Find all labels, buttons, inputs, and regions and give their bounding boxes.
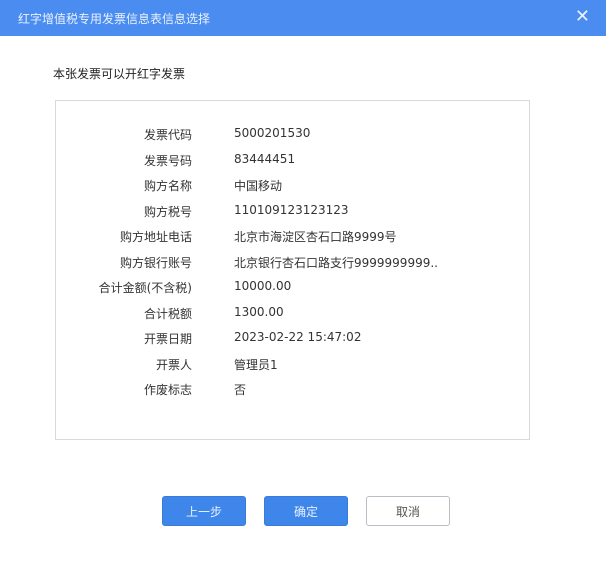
close-icon[interactable]: ✕: [575, 6, 590, 27]
field-row: 开票日期 2023-02-22 15:47:02: [56, 330, 529, 350]
field-label: 作废标志: [143, 383, 192, 397]
field-label: 开票日期: [143, 332, 192, 346]
field-row: 购方地址电话 北京市海淀区杏石口路9999号: [56, 228, 529, 248]
field-row: 购方名称 中国移动: [56, 177, 529, 197]
field-row: 作废标志 否: [56, 381, 529, 401]
field-value: 1300.00: [234, 304, 284, 319]
field-label: 合计税额: [143, 306, 192, 321]
invoice-details-panel: 发票代码 5000201530 发票号码 83444451 购方名称 中国移动购方税号 11…: [55, 100, 530, 440]
field-row: 合计金额(不含税) 10000.00: [56, 279, 529, 299]
field-label: 合计金额(不含税): [98, 281, 192, 295]
field-row: 发票号码 83444451: [56, 152, 529, 172]
field-value: 2023-02-22 15:47:02: [234, 330, 362, 344]
field-row: 开票人 管理员1: [56, 356, 529, 376]
field-value: 否: [234, 383, 247, 397]
field-value: 北京市海淀区杏石口路9999号: [234, 230, 397, 244]
cancel-button[interactable]: 取消: [366, 496, 450, 526]
status-message: 本张发票可以开红字发票: [53, 67, 186, 81]
field-label: 发票代码: [143, 128, 192, 142]
field-row: 购方税号 110109123123123: [56, 203, 529, 223]
field-value: 北京银行杏石口路支行9999999999..: [234, 255, 438, 270]
field-value: 5000201530: [234, 126, 311, 140]
field-row: 购方银行账号 北京银行杏石口路支行9999999999..: [56, 254, 529, 274]
field-value: 110109123123123: [234, 202, 349, 217]
field-value: 中国移动: [234, 179, 283, 193]
field-value: 10000.00: [234, 279, 292, 293]
field-label: 购方税号: [143, 204, 192, 219]
dialog-title: 红字增值税专用发票信息表信息选择: [18, 12, 211, 26]
field-label: 发票号码: [143, 153, 192, 168]
field-row: 合计税额 1300.00: [56, 305, 529, 325]
previous-step-button[interactable]: 上一步: [162, 496, 246, 526]
dialog-titlebar: 红字增值税专用发票信息表信息选择 ✕: [0, 0, 606, 36]
field-label: 购方银行账号: [119, 255, 192, 270]
field-value: 83444451: [234, 151, 296, 166]
field-row: 发票代码 5000201530: [56, 126, 529, 146]
field-value: 管理员1: [234, 357, 278, 372]
confirm-button[interactable]: 确定: [264, 496, 348, 526]
invoice-selection-dialog: 红字增值税专用发票信息表信息选择 ✕ 本张发票可以开红字发票 发票代码 50002…: [0, 0, 606, 574]
field-label: 开票人: [155, 357, 192, 372]
field-label: 购方地址电话: [119, 230, 192, 244]
field-label: 购方名称: [143, 179, 192, 193]
